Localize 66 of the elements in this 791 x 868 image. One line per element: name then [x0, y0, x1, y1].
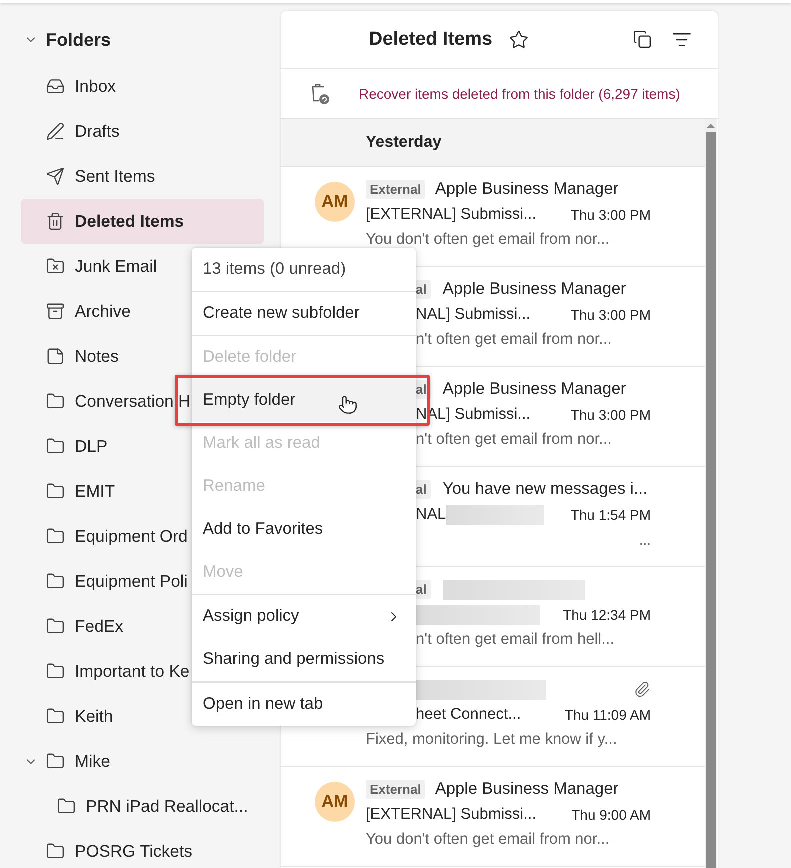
external-tag: External [366, 780, 426, 799]
folder-icon [46, 392, 65, 411]
message-preview: Fixed, monitoring. Let me know if y... [366, 730, 618, 748]
group-heading: Yesterday [366, 134, 442, 152]
message-time: Thu 11:09 AM [564, 706, 651, 722]
external-tag: External [366, 180, 426, 199]
folder-item[interactable]: Inbox [21, 64, 264, 109]
folder-icon [46, 842, 65, 861]
message-preview: You don't often get email from nor... [366, 230, 610, 248]
message-time: Thu 12:34 PM [563, 606, 651, 622]
scrollbar-thumb[interactable] [706, 132, 716, 868]
message-subject: [EXTERNAL] Submissi... [366, 206, 537, 224]
folder-title: Deleted Items [369, 28, 493, 50]
junk-folder-icon [46, 257, 65, 276]
sender-name: Apple Business Manager [435, 780, 619, 799]
message-subject: NAL [416, 506, 446, 524]
folder-icon [46, 707, 65, 726]
avatar: AM [315, 782, 355, 822]
message-subject: NAL] Submissi... [416, 306, 531, 324]
folder-item[interactable]: POSRG Tickets [21, 829, 264, 868]
folder-item[interactable]: Sent Items [21, 154, 264, 199]
sender-name: Apple Business Manager [442, 280, 626, 299]
scroll-up-arrow-icon[interactable] [707, 124, 715, 128]
inbox-icon [46, 77, 65, 96]
message-time: Thu 3:00 PM [570, 206, 651, 222]
message-preview: ... [639, 532, 651, 548]
folder-item[interactable]: Drafts [21, 109, 264, 154]
folder-item[interactable]: Deleted Items [21, 199, 264, 244]
message-subject: heet Connect... [416, 706, 522, 724]
archive-icon [46, 302, 65, 321]
external-tag: al [416, 480, 431, 499]
message-preview: n't often get email from hell... [416, 630, 615, 648]
trash-icon [46, 212, 65, 231]
message-time: Thu 3:00 PM [570, 406, 651, 422]
external-tag: al [416, 580, 431, 599]
recover-items-link[interactable]: Recover items deleted from this folder (6,297 items) [359, 86, 680, 102]
message-row[interactable]: AM External Apple Business Manager [EXTERNAL] Submissi... Thu 9:00 AM You don't often get email from nor... [281, 767, 705, 867]
external-tag: al [416, 280, 431, 299]
send-icon [46, 167, 65, 186]
note-icon [46, 347, 65, 366]
avatar: AM [315, 182, 355, 222]
folder-icon [46, 437, 65, 456]
message-preview: n't often get email from nor... [416, 430, 612, 448]
message-time: Thu 1:54 PM [570, 506, 651, 522]
message-preview: You don't often get email from nor... [366, 830, 610, 848]
message-time: Thu 9:00 AM [572, 806, 651, 822]
message-time: Thu 3:00 PM [570, 306, 651, 322]
sender-name: Apple Business Manager [435, 180, 619, 199]
message-preview: n't often get email from nor... [416, 330, 612, 348]
pencil-icon [46, 122, 65, 141]
folder-item[interactable]: PRN iPad Reallocat... [21, 784, 264, 829]
sender-name: Apple Business Manager [442, 380, 626, 399]
sender-name: You have new messages i... [442, 480, 648, 499]
menu-item[interactable]: Empty folder [192, 379, 416, 422]
folder-item[interactable]: Mike [21, 739, 264, 784]
menu-item[interactable]: Create new subfolder [192, 292, 416, 335]
folder-icon [57, 797, 76, 816]
folder-icon [46, 752, 65, 771]
folder-icon [46, 662, 65, 681]
folder-icon [46, 527, 65, 546]
message-subject: [EXTERNAL] Submissi... [366, 806, 537, 824]
folder-icon [46, 572, 65, 591]
folder-icon [46, 482, 65, 501]
hand-cursor-icon [338, 395, 358, 415]
folder-icon [46, 617, 65, 636]
folders-heading: Folders [46, 30, 112, 50]
